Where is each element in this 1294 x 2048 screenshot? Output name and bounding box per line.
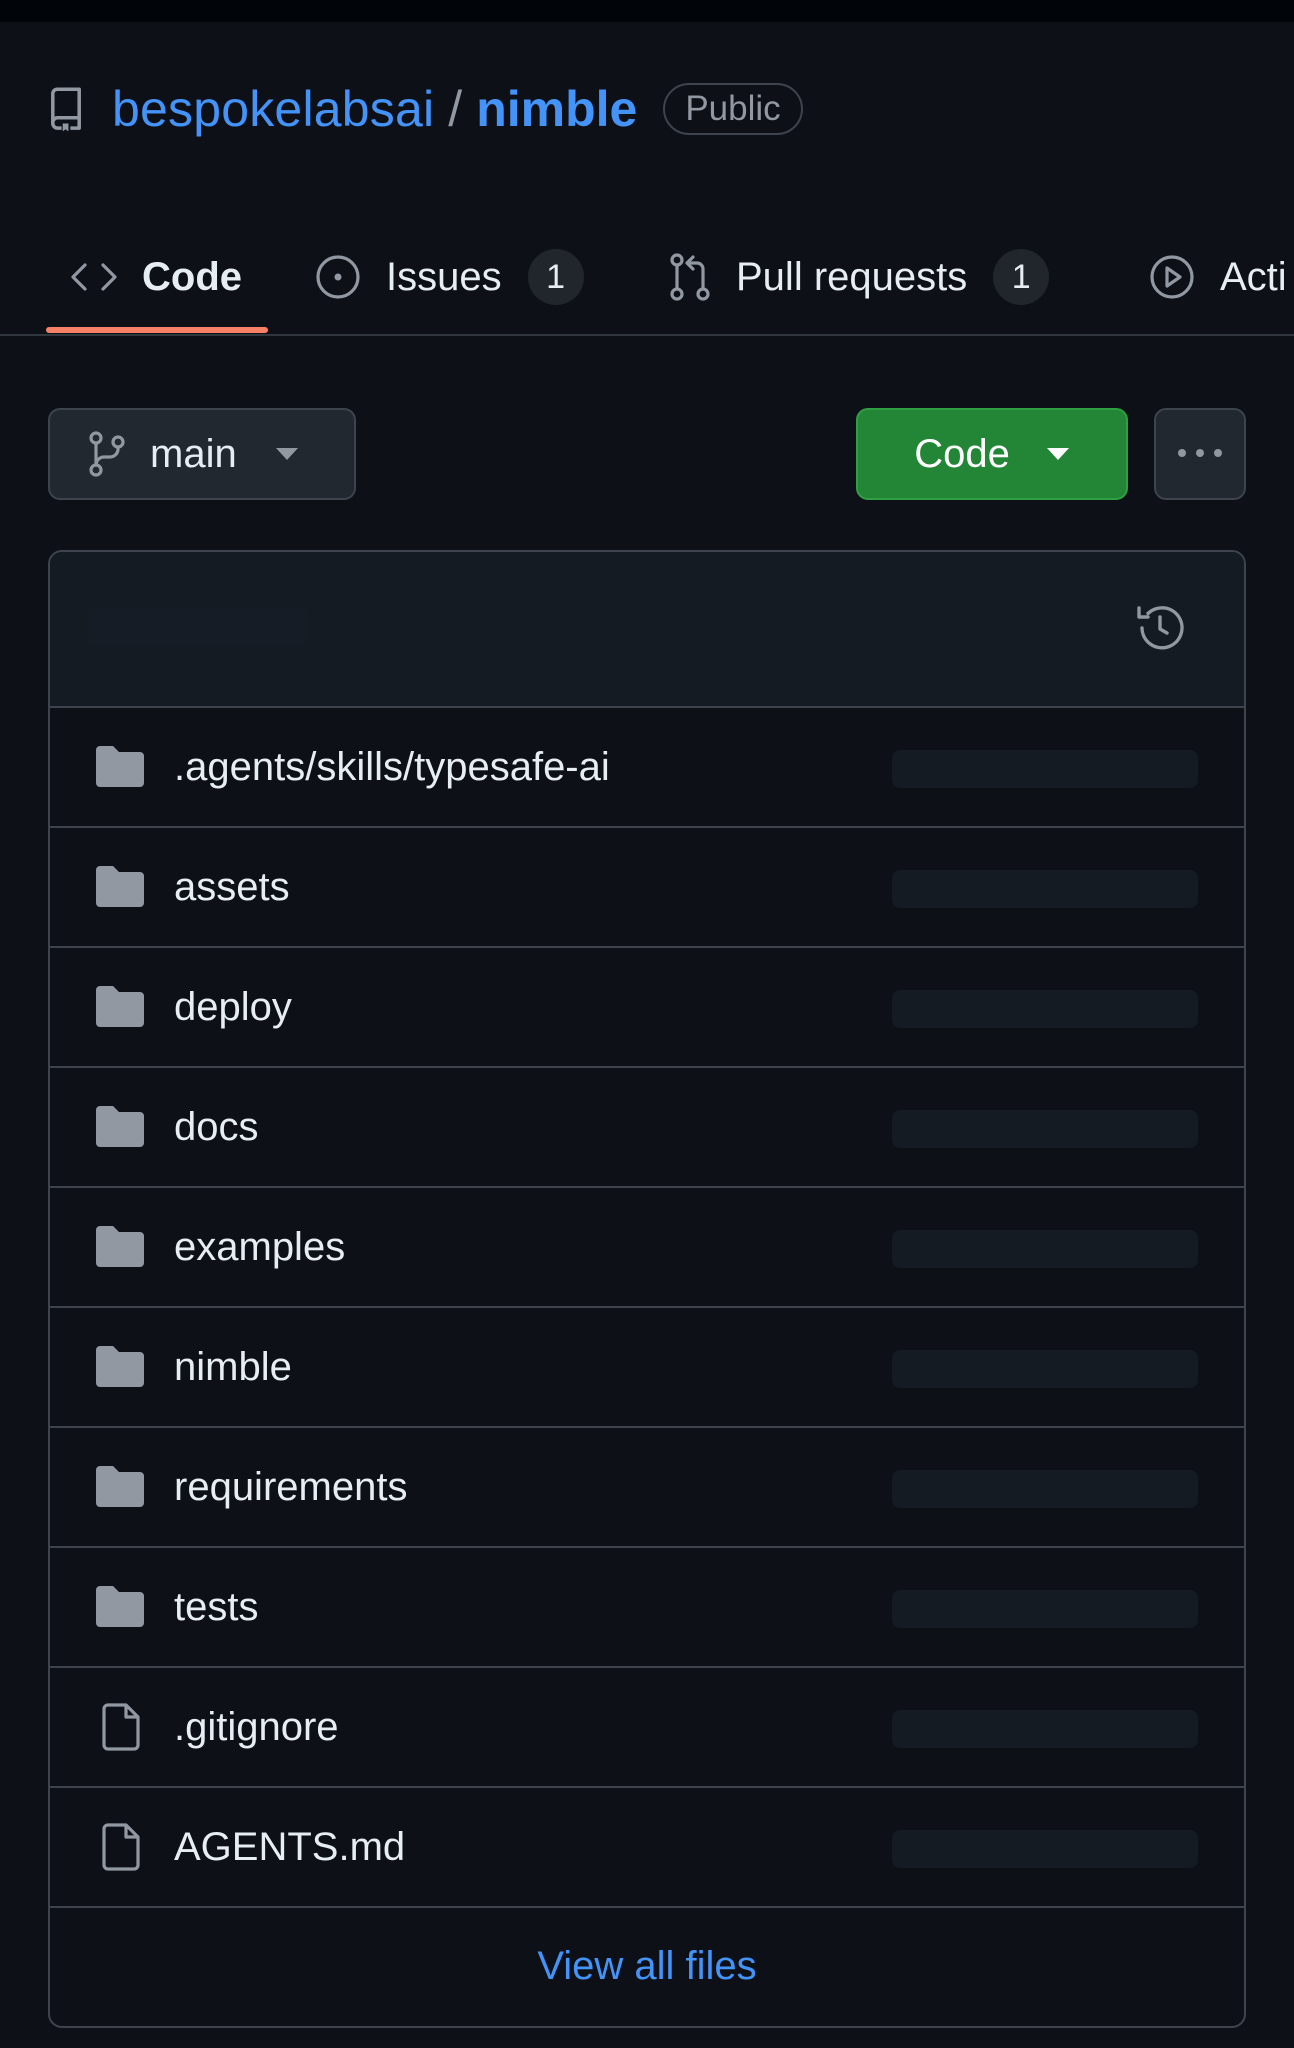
repo-owner-link[interactable]: bespokelabsai [112,80,434,138]
tab-pull-requests[interactable]: Pull requests 1 [668,220,1050,334]
folder-icon [96,1464,144,1513]
file-row[interactable]: .gitignore [50,1668,1244,1788]
branch-name: main [150,431,237,476]
pull-requests-count-badge: 1 [993,249,1050,305]
file-name-link[interactable]: AGENTS.md [174,1825,405,1870]
code-dropdown-button[interactable]: Code [856,408,1128,500]
repo-icon [48,86,90,132]
file-name-link[interactable]: .gitignore [174,1705,339,1750]
play-icon [1148,253,1196,301]
commit-message-placeholder [892,750,1198,788]
file-name-link[interactable]: requirements [174,1465,407,1510]
issue-opened-icon [314,253,362,301]
directory-row[interactable]: nimble [50,1308,1244,1428]
git-pull-request-icon [668,252,712,302]
git-branch-icon [88,431,126,477]
file-name-link[interactable]: .agents/skills/typesafe-ai [174,745,610,790]
directory-row[interactable]: assets [50,828,1244,948]
file-icon [100,1703,144,1756]
repo-nav-tabs: Code Issues 1 Pull requests 1 Acti [0,220,1294,336]
commit-message-placeholder [892,1830,1198,1868]
triangle-down-icon [1046,447,1070,461]
repo-header: bespokelabsai / nimble Public [48,76,803,142]
code-button-label: Code [914,431,1010,476]
directory-row[interactable]: tests [50,1548,1244,1668]
folder-icon [96,984,144,1033]
folder-icon [96,744,144,793]
directory-row[interactable]: examples [50,1188,1244,1308]
issues-count-badge: 1 [527,249,584,305]
kebab-horizontal-icon [1176,445,1224,463]
tab-code-label: Code [142,254,242,299]
folder-icon [96,1224,144,1273]
commit-message-placeholder [892,1590,1198,1628]
folder-icon [96,1584,144,1633]
file-name-link[interactable]: docs [174,1105,259,1150]
folder-icon [96,1104,144,1153]
file-row[interactable]: AGENTS.md [50,1788,1244,1908]
repo-path-separator: / [448,81,463,137]
tab-issues[interactable]: Issues 1 [314,220,584,334]
more-options-button[interactable] [1154,408,1246,500]
commit-message-placeholder [892,1710,1198,1748]
file-list: .agents/skills/typesafe-ai assets deploy do… [48,550,1246,2028]
history-icon[interactable] [1134,602,1186,659]
view-all-files-link[interactable]: View all files [50,1908,1244,2024]
tab-issues-label: Issues [386,254,502,299]
repo-name-link[interactable]: nimble [476,80,637,138]
code-icon [70,260,118,294]
visibility-badge: Public [663,83,803,135]
branch-select-button[interactable]: main [48,408,356,500]
directory-row[interactable]: .agents/skills/typesafe-ai [50,708,1244,828]
tab-actions[interactable]: Acti [1148,220,1287,334]
commit-loading-placeholder [88,608,308,646]
selected-tab-underline [46,327,268,333]
folder-icon [96,1344,144,1393]
file-name-link[interactable]: assets [174,865,290,910]
directory-row[interactable]: docs [50,1068,1244,1188]
file-name-link[interactable]: examples [174,1225,345,1270]
commit-message-placeholder [892,1230,1198,1268]
tab-code[interactable]: Code [70,220,242,334]
latest-commit-bar [50,552,1244,708]
commit-message-placeholder [892,1110,1198,1148]
file-name-link[interactable]: tests [174,1585,258,1630]
file-name-link[interactable]: nimble [174,1345,292,1390]
directory-row[interactable]: deploy [50,948,1244,1068]
commit-message-placeholder [892,1470,1198,1508]
file-icon [100,1823,144,1876]
tab-actions-label: Acti [1220,254,1287,299]
commit-message-placeholder [892,870,1198,908]
tab-pull-requests-label: Pull requests [736,254,968,299]
file-name-link[interactable]: deploy [174,985,292,1030]
triangle-down-icon [275,447,299,461]
commit-message-placeholder [892,1350,1198,1388]
commit-message-placeholder [892,990,1198,1028]
directory-row[interactable]: requirements [50,1428,1244,1548]
device-top-bar [0,0,1294,22]
folder-icon [96,864,144,913]
